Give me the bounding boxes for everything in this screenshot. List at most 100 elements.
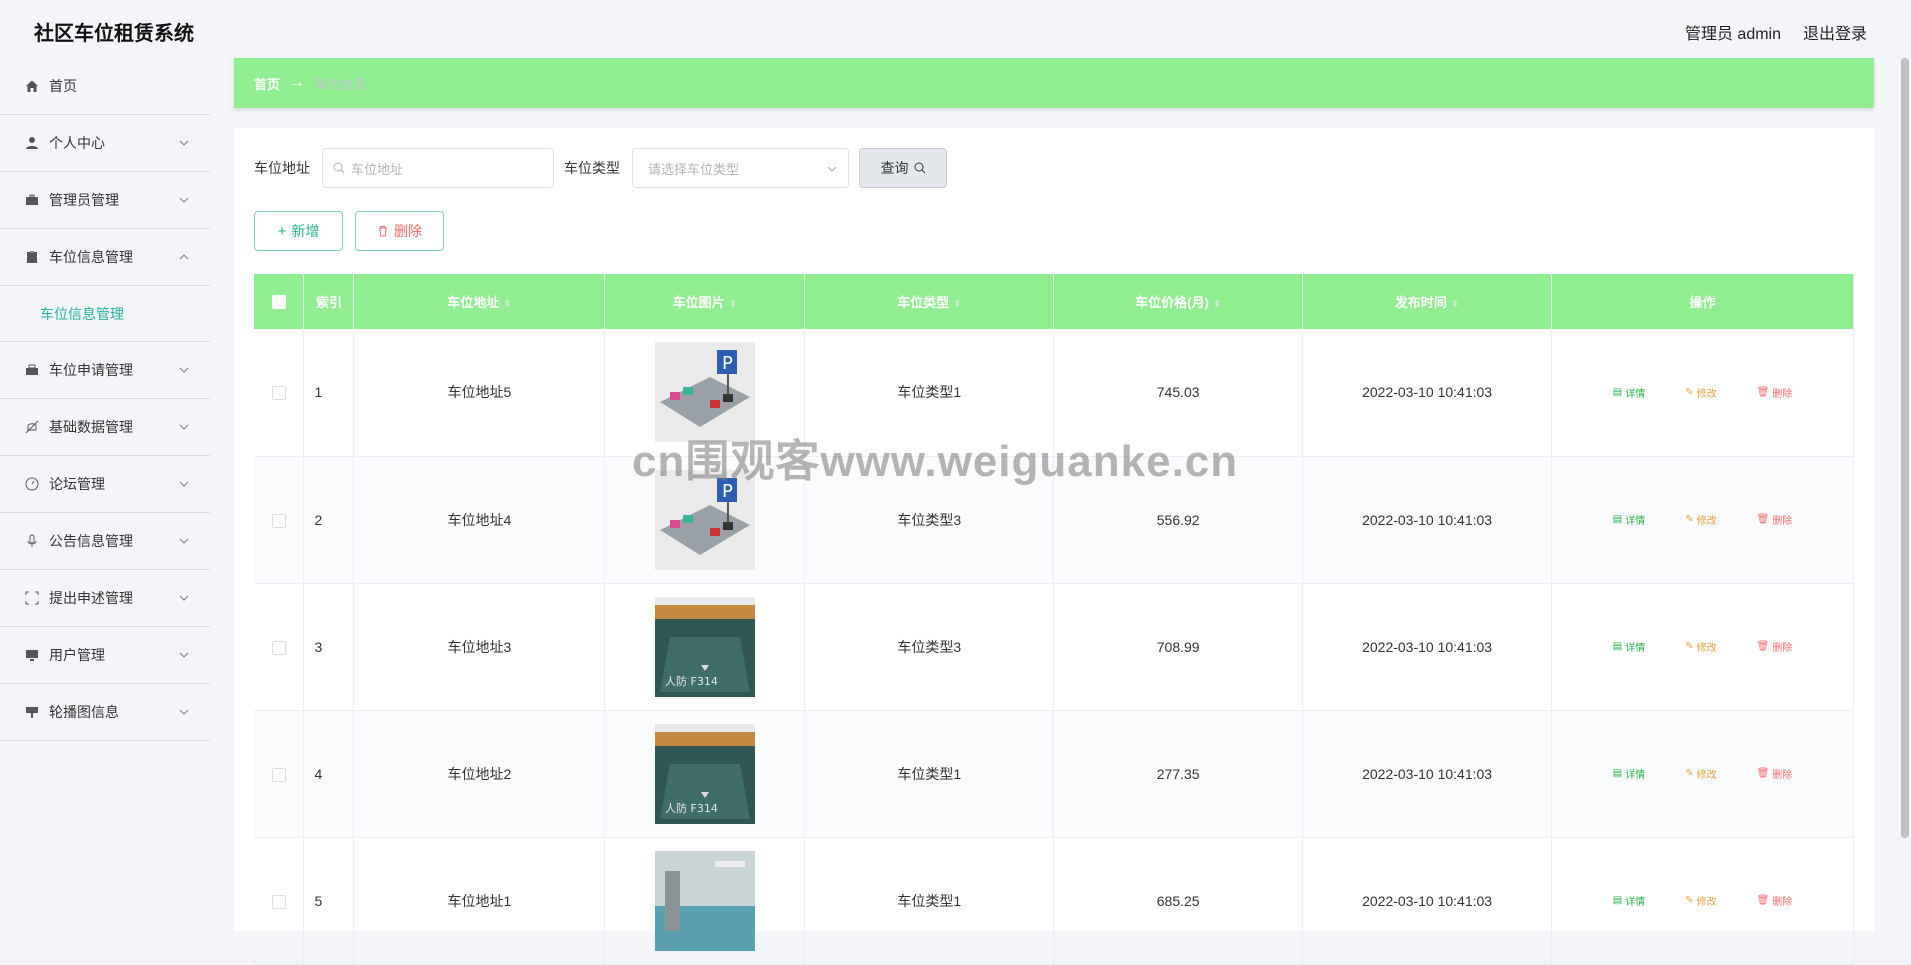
sidebar-item-personal[interactable]: 个人中心 xyxy=(0,115,210,172)
scrollbar-thumb[interactable] xyxy=(1901,58,1909,838)
svg-text:人防 F314: 人防 F314 xyxy=(665,801,718,815)
remove-button[interactable]: 🗑 删除 xyxy=(1747,889,1803,912)
row-checkbox-cell[interactable] xyxy=(254,329,305,457)
address-search-input[interactable]: 车位地址 xyxy=(322,148,554,188)
cell-image[interactable]: 人防 F314 xyxy=(604,710,806,838)
sort-icon[interactable]: ⬍ xyxy=(729,299,737,310)
sidebar-item-base-data[interactable]: 基础数据管理 xyxy=(0,399,210,456)
remove-button[interactable]: 🗑 删除 xyxy=(1747,635,1803,658)
row-checkbox[interactable] xyxy=(271,386,286,401)
query-button-label: 查询 xyxy=(880,160,909,176)
breadcrumb-current: 车位信息 xyxy=(314,76,367,92)
cell-price: 685.25 xyxy=(1053,837,1304,965)
edit-button[interactable]: ✎ 修改 xyxy=(1675,889,1726,912)
row-checkbox-cell[interactable] xyxy=(254,456,305,584)
select-all-checkbox[interactable] xyxy=(271,295,286,310)
detail-button[interactable]: ▤ 详情 xyxy=(1603,381,1655,404)
row-checkbox[interactable] xyxy=(271,894,286,909)
logout-link[interactable]: 退出登录 xyxy=(1803,20,1867,44)
sidebar-item-complaint[interactable]: 提出申述管理 xyxy=(0,570,210,627)
search-icon xyxy=(914,162,925,174)
sidebar-item-admin[interactable]: 管理员管理 xyxy=(0,172,210,229)
chevron-down-icon xyxy=(179,140,189,146)
sidebar-item-home[interactable]: 首页 xyxy=(0,58,210,115)
edit-button[interactable]: ✎ 修改 xyxy=(1675,508,1726,531)
edit-label: 修改 xyxy=(1696,643,1717,654)
sidebar-item-forum[interactable]: 论坛管理 xyxy=(0,456,210,513)
user-info: 管理员 admin xyxy=(1684,26,1781,43)
sidebar-item-parking-info[interactable]: 车位信息管理 xyxy=(0,229,210,286)
sort-icon[interactable]: ⬍ xyxy=(1451,299,1459,310)
content-panel: 车位地址 车位地址 车位类型 请选择车位类型 查询 + 新增 删除 索引 车位地… xyxy=(234,128,1874,965)
remove-button[interactable]: 🗑 删除 xyxy=(1747,762,1803,785)
row-checkbox[interactable] xyxy=(271,767,286,782)
row-checkbox[interactable] xyxy=(271,513,286,528)
remove-label: 删除 xyxy=(1772,643,1793,654)
column-header-image[interactable]: 车位图片 ⬍ xyxy=(604,274,806,329)
cell-image[interactable]: 人防 F314 xyxy=(604,583,806,711)
type-select[interactable]: 请选择车位类型 xyxy=(632,148,849,188)
svg-text:人防 F314: 人防 F314 xyxy=(665,674,718,688)
table-row: 4 车位地址2 人防 F314 车位类型1 277.35 2022-03-10 10:41… xyxy=(254,710,1854,838)
chevron-down-icon xyxy=(179,652,189,658)
sidebar-item-label: 论坛管理 xyxy=(49,476,105,492)
cell-type: 车位类型1 xyxy=(804,837,1055,965)
cell-index: 4 xyxy=(303,710,355,838)
query-button[interactable]: 查询 xyxy=(859,148,947,188)
remove-label: 删除 xyxy=(1772,897,1793,908)
edit-button[interactable]: ✎ 修改 xyxy=(1675,762,1726,785)
delete-button[interactable]: 删除 xyxy=(355,211,444,251)
sidebar-item-label: 提出申述管理 xyxy=(49,590,133,606)
clipboard-icon xyxy=(24,249,40,265)
sidebar-item-label: 基础数据管理 xyxy=(49,419,133,435)
sort-icon[interactable]: ⬍ xyxy=(1213,299,1221,310)
cell-address: 车位地址2 xyxy=(353,710,606,838)
cell-operations: ▤ 详情 ✎ 修改 🗑 删除 xyxy=(1551,329,1854,457)
submenu-item-parking-info[interactable]: 车位信息管理 xyxy=(0,286,210,342)
projector-icon xyxy=(24,704,40,720)
sort-icon[interactable]: ⬍ xyxy=(953,299,961,310)
edit-button[interactable]: ✎ 修改 xyxy=(1675,635,1726,658)
sort-icon[interactable]: ⬍ xyxy=(503,299,511,310)
cell-time: 2022-03-10 10:41:03 xyxy=(1302,583,1553,711)
detail-button[interactable]: ▤ 详情 xyxy=(1603,762,1655,785)
sidebar-item-parking-apply[interactable]: 车位申请管理 xyxy=(0,342,210,399)
row-checkbox[interactable] xyxy=(271,640,286,655)
trash-icon: 🗑 xyxy=(1756,895,1770,906)
trash-icon: 🗑 xyxy=(1756,641,1770,652)
edit-button[interactable]: ✎ 修改 xyxy=(1675,381,1726,404)
chevron-down-icon xyxy=(179,709,189,715)
cell-image[interactable] xyxy=(604,837,806,965)
row-checkbox-cell[interactable] xyxy=(254,710,305,838)
column-header-time[interactable]: 发布时间 ⬍ xyxy=(1302,274,1553,329)
remove-button[interactable]: 🗑 删除 xyxy=(1747,381,1803,404)
column-header-index: 索引 xyxy=(303,274,355,329)
column-header-price[interactable]: 车位价格(月) ⬍ xyxy=(1053,274,1304,329)
breadcrumb-home[interactable]: 首页 xyxy=(254,74,280,93)
cell-index: 5 xyxy=(303,837,355,965)
edit-label: 修改 xyxy=(1696,897,1717,908)
sidebar-item-carousel[interactable]: 轮播图信息 xyxy=(0,684,210,741)
row-checkbox-cell[interactable] xyxy=(254,583,305,711)
select-all-header[interactable] xyxy=(254,274,305,329)
plus-icon: + xyxy=(277,222,287,240)
breadcrumb: 首页 → 车位信息 xyxy=(234,58,1874,108)
parking-photo-image xyxy=(654,850,755,951)
remove-button[interactable]: 🗑 删除 xyxy=(1747,508,1803,531)
address-placeholder: 车位地址 xyxy=(351,161,404,177)
add-button[interactable]: + 新增 xyxy=(254,211,343,251)
cell-operations: ▤ 详情 ✎ 修改 🗑 删除 xyxy=(1551,837,1854,965)
sidebar-item-notice[interactable]: 公告信息管理 xyxy=(0,513,210,570)
svg-text:P: P xyxy=(722,353,733,374)
chevron-down-icon xyxy=(179,595,189,601)
detail-button[interactable]: ▤ 详情 xyxy=(1603,635,1655,658)
doc-icon: ▤ xyxy=(1612,386,1623,398)
detail-button[interactable]: ▤ 详情 xyxy=(1603,508,1655,531)
row-checkbox-cell[interactable] xyxy=(254,837,305,965)
column-header-address[interactable]: 车位地址 ⬍ xyxy=(353,274,606,329)
type-label: 车位类型 xyxy=(564,160,620,176)
sidebar-item-users[interactable]: 用户管理 xyxy=(0,627,210,684)
column-header-type[interactable]: 车位类型 ⬍ xyxy=(804,274,1055,329)
address-label: 车位地址 xyxy=(254,160,310,176)
detail-button[interactable]: ▤ 详情 xyxy=(1603,889,1655,912)
